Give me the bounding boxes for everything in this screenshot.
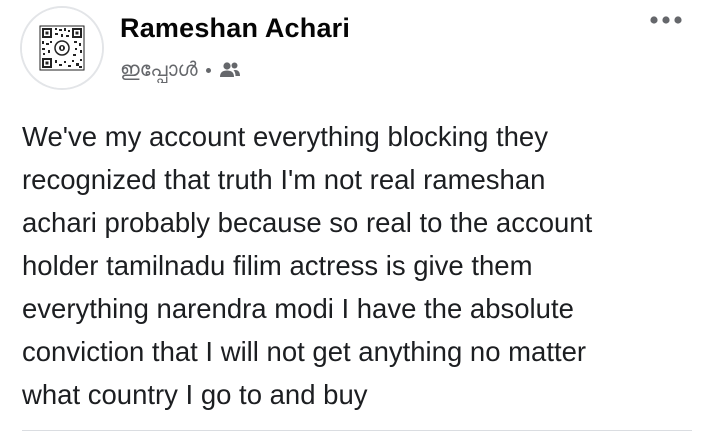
divider bbox=[22, 430, 692, 431]
post-card: Rameshan Achari ഇപ്പോൾ We've my account … bbox=[0, 0, 714, 434]
post-text-line: conviction that I will not get anything … bbox=[22, 336, 587, 367]
more-options-icon bbox=[650, 16, 682, 24]
post-meta: ഇപ്പോൾ bbox=[120, 57, 241, 83]
post-text-line: everything narendra modi I have the abso… bbox=[22, 293, 574, 324]
post-timestamp[interactable]: ഇപ്പോൾ bbox=[120, 59, 198, 82]
post-body-text: We've my account everything blocking the… bbox=[22, 115, 702, 416]
more-options-button[interactable] bbox=[646, 6, 686, 34]
post-text-line: what country I go to and buy bbox=[22, 379, 368, 410]
post-text-line: We've my account everything blocking the… bbox=[22, 121, 548, 152]
post-text-line: achari probably because so real to the a… bbox=[22, 207, 593, 238]
avatar[interactable] bbox=[20, 6, 104, 90]
post-text-line: holder tamilnadu filim actress is give t… bbox=[22, 250, 533, 281]
qr-code-avatar-icon bbox=[22, 8, 102, 88]
meta-separator-dot bbox=[205, 67, 211, 73]
post-header: Rameshan Achari ഇപ്പോൾ bbox=[20, 6, 694, 90]
post-text-line: recognized that truth I'm not real rames… bbox=[22, 164, 546, 195]
author-name[interactable]: Rameshan Achari bbox=[120, 13, 350, 44]
friends-icon[interactable] bbox=[219, 61, 241, 79]
